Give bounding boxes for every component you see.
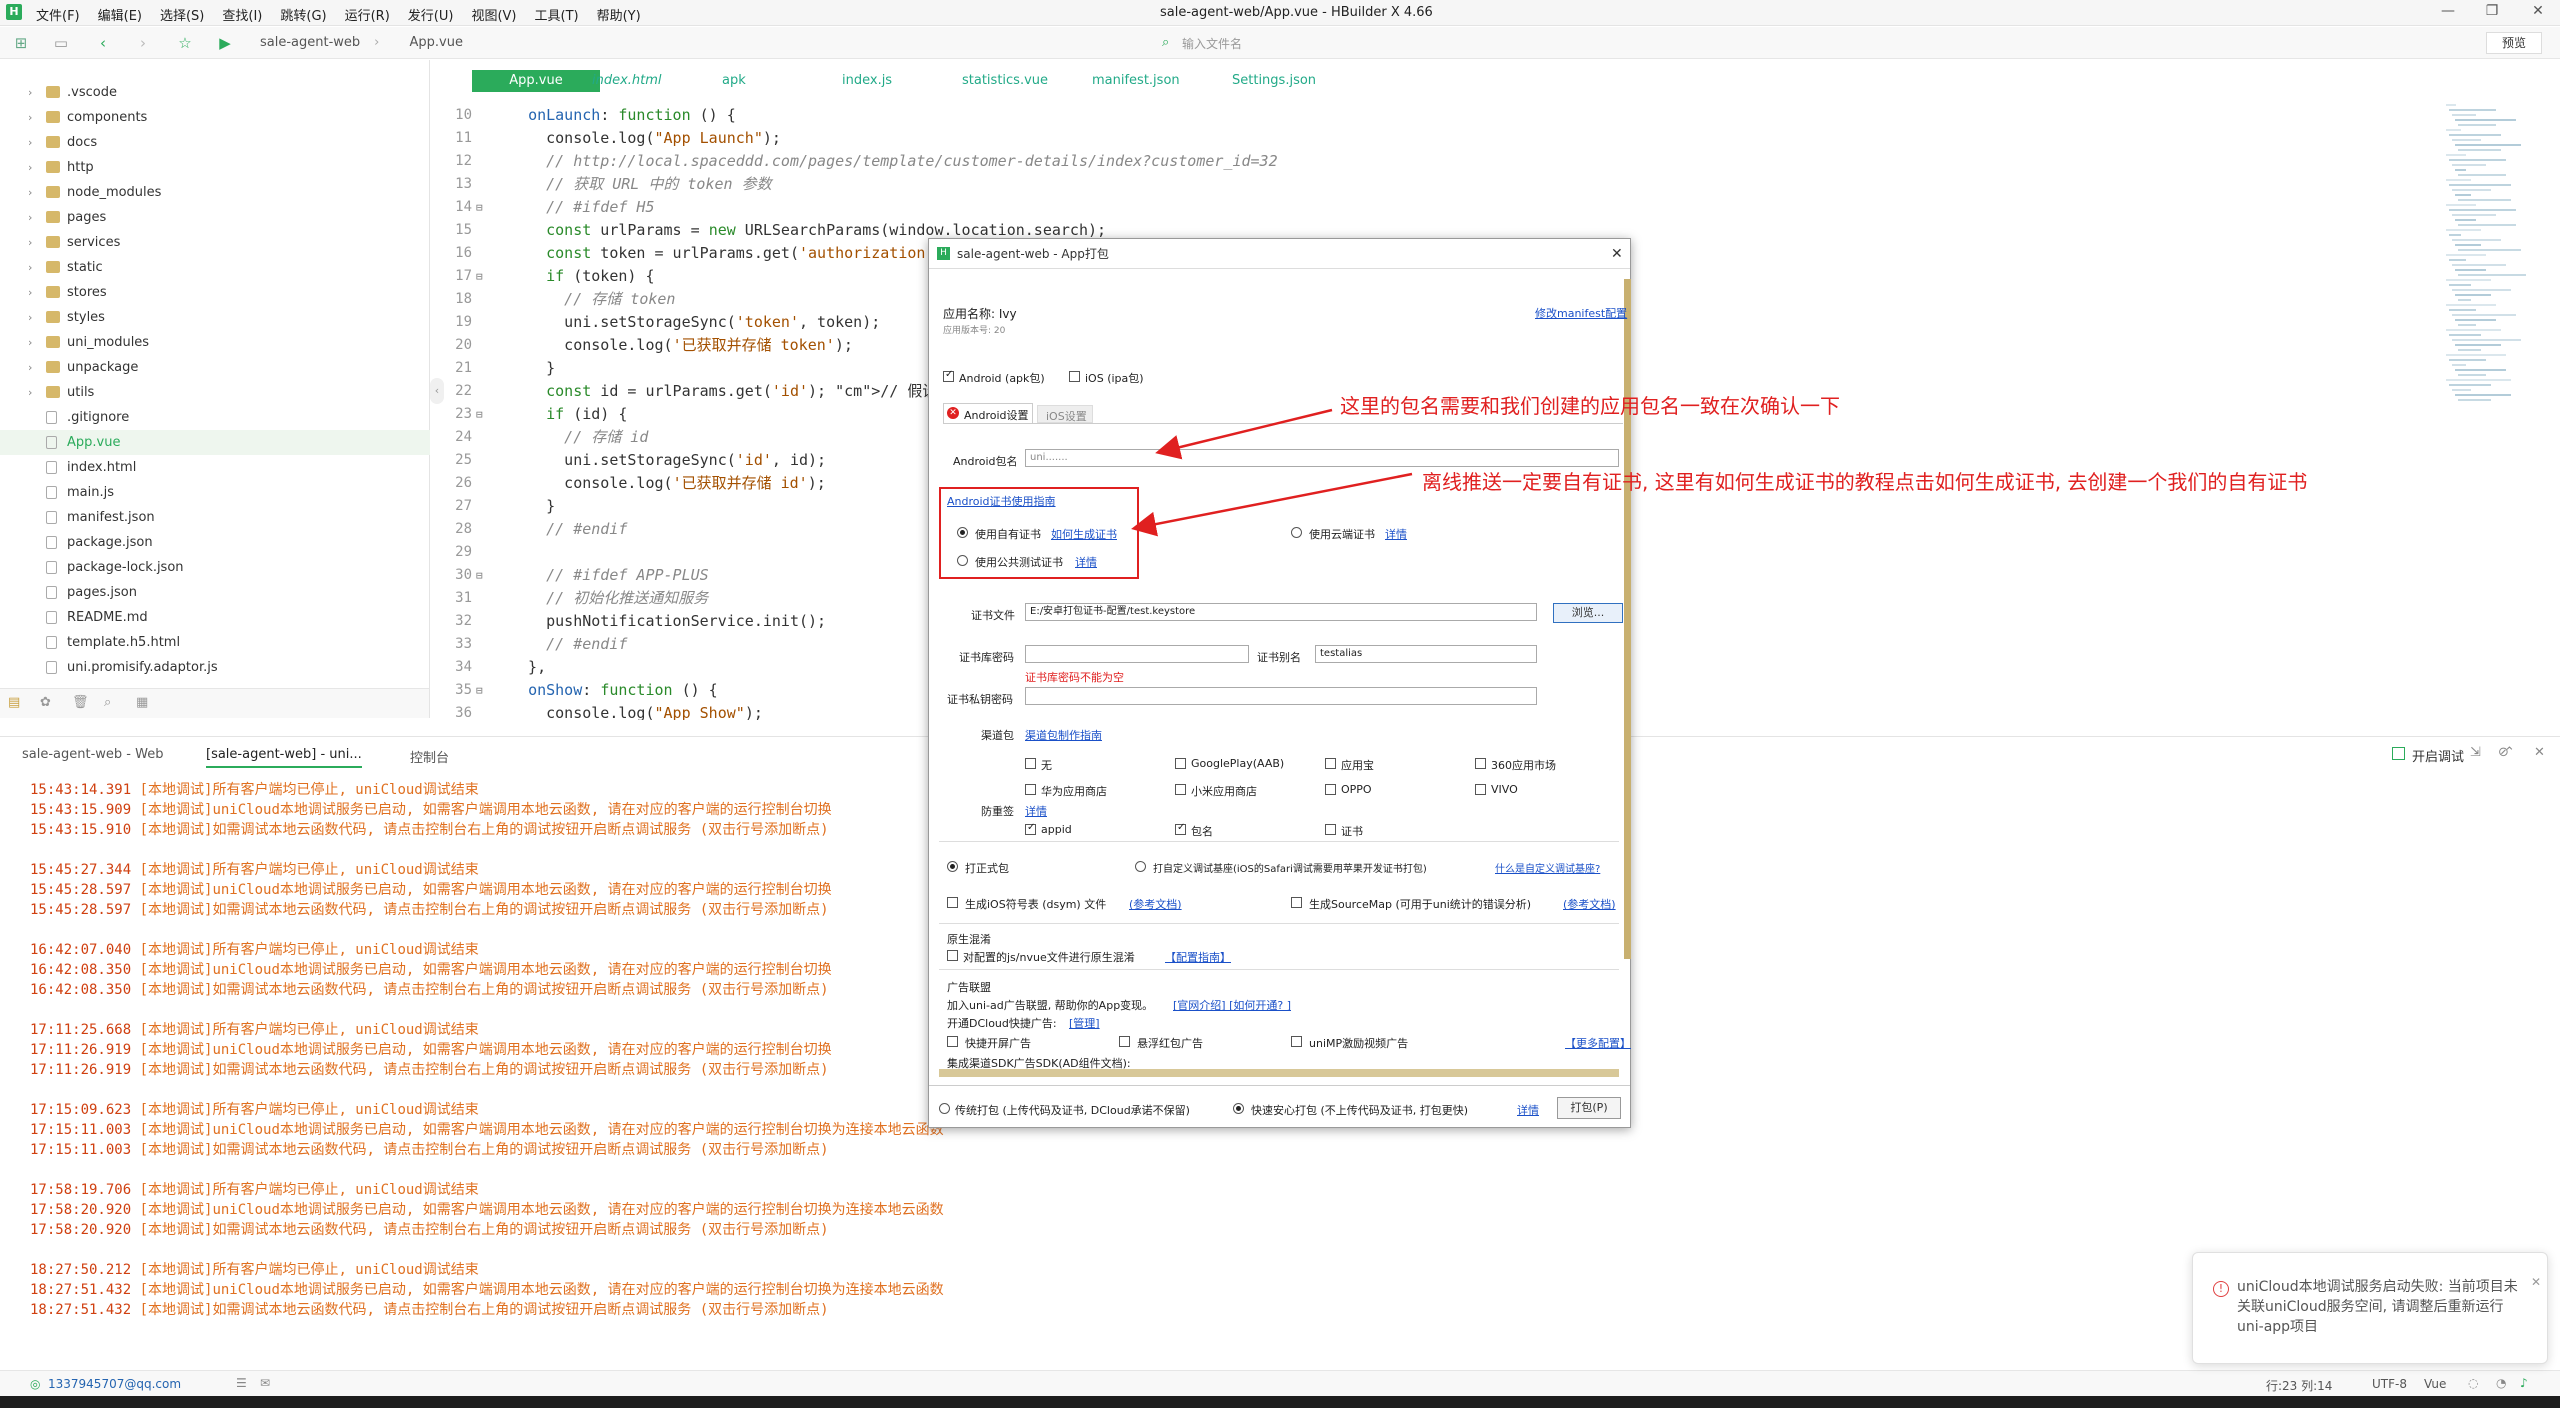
annotation-arrow-package: [1155, 408, 1333, 460]
annotation-package: 这里的包名需要和我们创建的应用包名一致在次确认一下: [1340, 394, 1840, 418]
annotation-arrows: [1131, 408, 1413, 537]
annotation-cert: 离线推送一定要自有证书, 这里有如何生成证书的教程点击如何生成证书, 去创建一个…: [1422, 470, 2308, 494]
annotation-arrow-cert: [1131, 472, 1413, 537]
